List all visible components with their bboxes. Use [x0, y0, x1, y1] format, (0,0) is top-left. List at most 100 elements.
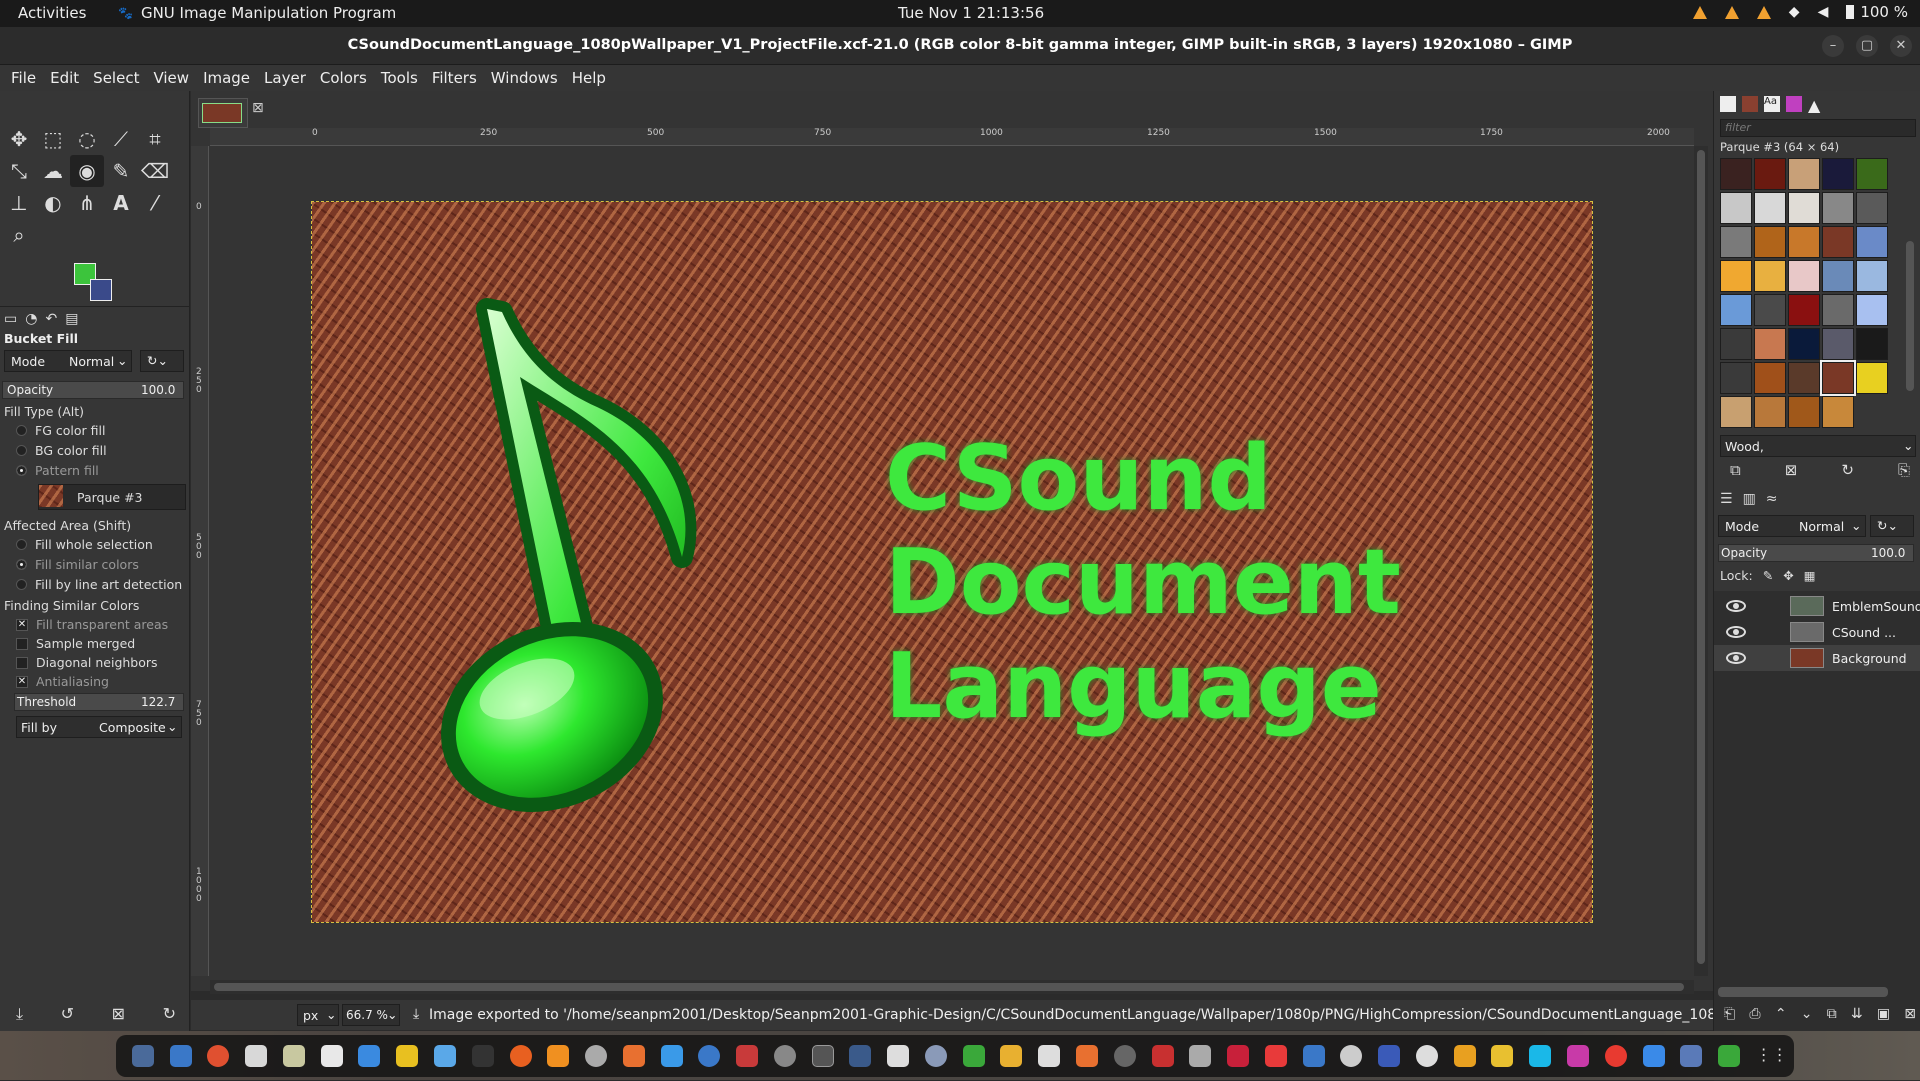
pattern-swatch[interactable]	[1856, 294, 1888, 326]
pattern-filter-input[interactable]: filter	[1720, 119, 1916, 137]
refresh-pattern-icon[interactable]: ↻	[1841, 461, 1854, 479]
device-status-tab-icon[interactable]: ◔	[25, 311, 37, 327]
windows-icon[interactable]	[1378, 1045, 1401, 1067]
clock[interactable]: Tue Nov 1 21:13:56	[898, 4, 1044, 22]
menu-select[interactable]: Select	[86, 65, 146, 91]
layer-mode-combo[interactable]: Mode Normal ⌄	[1718, 515, 1866, 537]
horizontal-scrollbar[interactable]	[210, 980, 1694, 994]
paths-icon[interactable]: ⋔	[70, 187, 104, 219]
layers-scrollbar[interactable]	[1718, 987, 1888, 997]
pattern-swatch[interactable]	[1720, 192, 1752, 224]
audio-icon[interactable]	[1189, 1045, 1212, 1067]
menu-file[interactable]: File	[4, 65, 43, 91]
maximize-button[interactable]: ▢	[1856, 35, 1878, 57]
pattern-swatch[interactable]	[1720, 158, 1752, 190]
restore-options-icon[interactable]: ↺	[61, 1004, 74, 1024]
pattern-swatch[interactable]	[1720, 362, 1752, 394]
gradient-icon[interactable]	[1566, 1045, 1589, 1067]
wifi-icon[interactable]: ◆	[1789, 4, 1800, 20]
pattern-tag-combo[interactable]: Wood, ⌄	[1720, 435, 1916, 457]
calc-icon[interactable]	[962, 1045, 985, 1067]
pattern-swatch[interactable]	[1788, 328, 1820, 360]
menu-view[interactable]: View	[146, 65, 196, 91]
tool-options-tab-icon[interactable]: ▭	[4, 311, 17, 327]
lasso-icon[interactable]: ◌	[70, 123, 104, 155]
zoom-icon[interactable]: ⌕	[2, 219, 36, 251]
pattern-swatch-selected[interactable]	[1820, 360, 1856, 396]
layer-row-selected[interactable]: Background	[1714, 645, 1920, 671]
pattern-swatch[interactable]	[1856, 362, 1888, 394]
clone-icon[interactable]: ⊥	[2, 187, 36, 219]
diagonal-neighbors-checkbox[interactable]: Diagonal neighbors	[16, 655, 158, 670]
patterns-tab-icon[interactable]	[1742, 96, 1758, 112]
character-icon[interactable]	[1453, 1045, 1476, 1067]
rect-select-icon[interactable]: ⬚	[36, 123, 70, 155]
new-layer-icon[interactable]: ⎗	[1724, 1006, 1735, 1022]
visibility-eye-icon[interactable]	[1726, 652, 1746, 664]
warning-icon[interactable]	[1724, 5, 1739, 19]
pattern-swatch[interactable]	[1754, 226, 1786, 258]
close-button[interactable]: ✕	[1890, 35, 1912, 57]
unified-transform-icon[interactable]: ⤡	[2, 155, 36, 187]
layers-tab-icon[interactable]: ☰	[1720, 491, 1733, 507]
menu-windows[interactable]: Windows	[484, 65, 565, 91]
fill-type-bg[interactable]: BG color fill	[16, 443, 107, 458]
mode-reset-button[interactable]: ↻⌄	[140, 350, 184, 372]
reset-options-icon[interactable]: ↻	[163, 1004, 176, 1024]
battery-icon[interactable]	[1846, 5, 1855, 19]
mail-icon[interactable]	[1302, 1045, 1325, 1067]
firefox-icon[interactable]	[509, 1045, 532, 1067]
pattern-swatch[interactable]	[1754, 396, 1786, 428]
pattern-swatch[interactable]	[1720, 396, 1752, 428]
mask-layer-icon[interactable]: ▣	[1877, 1006, 1890, 1022]
monitor-icon[interactable]	[736, 1045, 759, 1067]
text-icon[interactable]: A	[104, 187, 138, 219]
warp-icon[interactable]: ☁	[36, 155, 70, 187]
affected-whole-selection[interactable]: Fill whole selection	[16, 537, 153, 552]
lock-pixels-icon[interactable]: ✎	[1763, 568, 1773, 583]
blender-icon[interactable]	[1113, 1045, 1136, 1067]
record-icon[interactable]	[1604, 1045, 1627, 1067]
crop-icon[interactable]: ⌗	[138, 123, 172, 155]
file-manager-icon[interactable]	[169, 1045, 192, 1067]
pattern-swatch[interactable]	[1754, 192, 1786, 224]
pattern-swatch[interactable]	[1754, 362, 1786, 394]
writer-icon[interactable]	[358, 1045, 381, 1067]
antialiasing-checkbox[interactable]: ✕ Antialiasing	[16, 674, 109, 689]
lower-layer-icon[interactable]: ⌄	[1801, 1006, 1813, 1022]
save-options-icon[interactable]: ⤓	[16, 1004, 23, 1024]
pattern-swatch[interactable]	[1822, 396, 1854, 428]
pattern-swatch[interactable]	[1754, 328, 1786, 360]
pattern-swatch[interactable]	[1788, 260, 1820, 292]
pattern-swatch[interactable]	[1788, 294, 1820, 326]
browser-icon[interactable]	[1340, 1045, 1363, 1067]
images-tab-icon[interactable]: ▤	[65, 311, 78, 327]
disk-icon[interactable]	[924, 1045, 947, 1067]
menu-tools[interactable]: Tools	[374, 65, 425, 91]
pattern-swatch[interactable]	[1754, 260, 1786, 292]
zoom-combo[interactable]: 66.7 % ⌄	[342, 1004, 400, 1026]
window-titlebar[interactable]: CSoundDocumentLanguage_1080pWallpaper_V1…	[0, 27, 1920, 65]
lock-position-icon[interactable]: ✥	[1783, 568, 1793, 583]
paintbrush-icon[interactable]: ✎	[104, 155, 138, 187]
gradients-tab-icon[interactable]	[1786, 96, 1802, 112]
threshold-slider[interactable]: Threshold 122.7	[14, 693, 184, 711]
pattern-swatch[interactable]	[1788, 158, 1820, 190]
pattern-swatch[interactable]	[1754, 294, 1786, 326]
affected-similar-colors[interactable]: Fill similar colors	[16, 557, 139, 572]
menu-edit[interactable]: Edit	[43, 65, 86, 91]
layer-mode-reset-button[interactable]: ↻⌄	[1870, 515, 1914, 537]
store-icon[interactable]	[622, 1045, 645, 1067]
duplicate-layer-icon[interactable]: ⧉	[1827, 1006, 1837, 1022]
color-picker-icon[interactable]: ⁄	[138, 187, 172, 219]
delete-options-icon[interactable]: ⊠	[112, 1004, 125, 1024]
app-menu[interactable]: 🐾 GNU Image Manipulation Program	[118, 4, 396, 22]
pdf-icon[interactable]	[1151, 1045, 1174, 1067]
pattern-swatch[interactable]	[1720, 226, 1752, 258]
notes-icon[interactable]	[282, 1045, 305, 1067]
volume-icon[interactable]: ◀	[1818, 4, 1829, 20]
pattern-swatch[interactable]	[1788, 362, 1820, 394]
pattern-swatch[interactable]	[1856, 260, 1888, 292]
menu-image[interactable]: Image	[196, 65, 257, 91]
undo-history-tab-icon[interactable]: ↶	[45, 311, 57, 327]
